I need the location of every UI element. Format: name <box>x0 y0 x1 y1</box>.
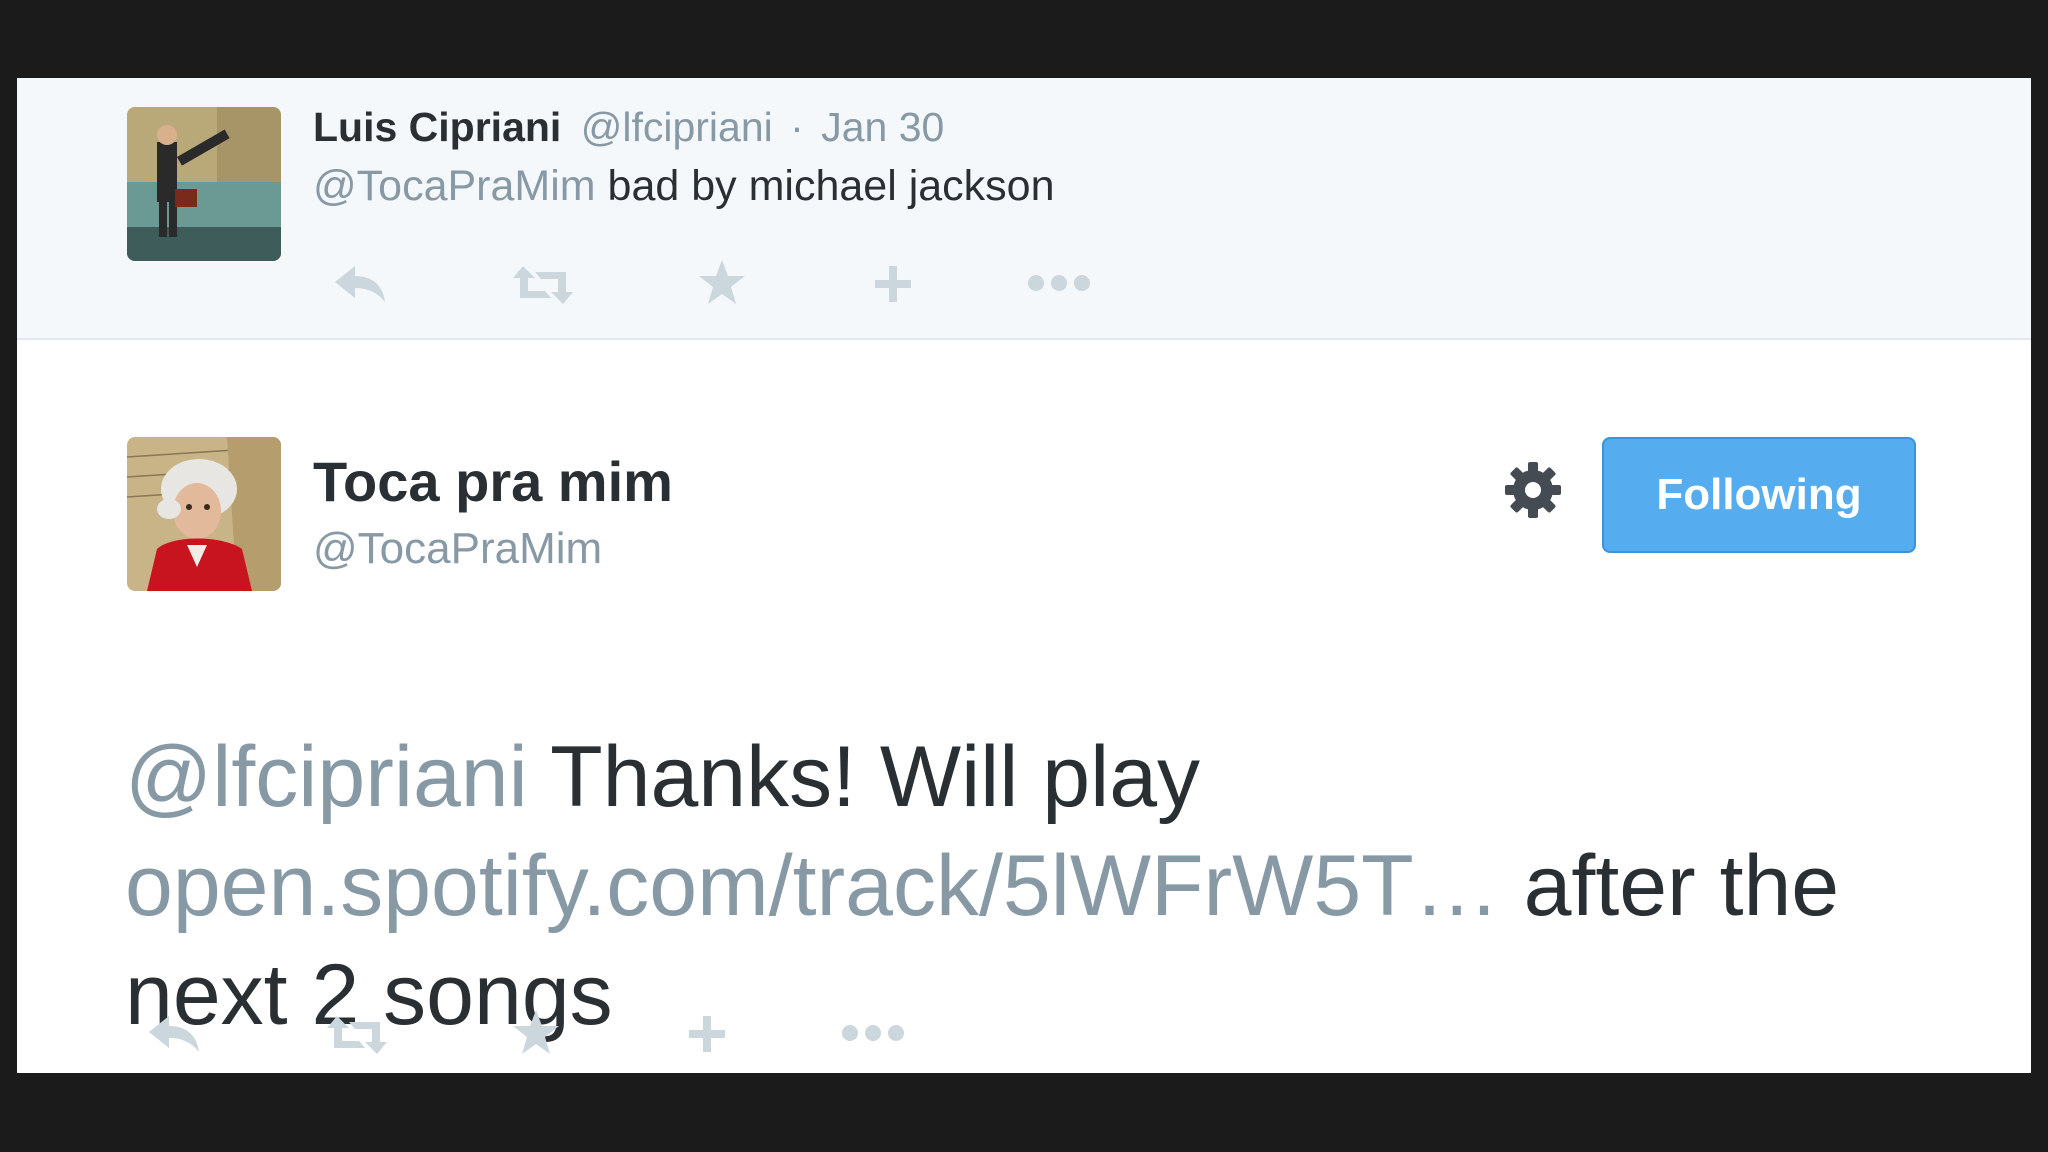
tweet-panel: Luis Cipriani @lfcipriani · Jan 30 @Toca… <box>17 78 2031 1073</box>
main-author-avatar[interactable] <box>127 437 281 591</box>
main-author-name[interactable]: Toca pra mim <box>313 448 673 516</box>
reply-icon[interactable] <box>333 262 387 304</box>
reply-tweet[interactable]: Luis Cipriani @lfcipriani · Jan 30 @Toca… <box>17 78 2031 340</box>
reply-author-avatar[interactable] <box>127 107 281 261</box>
reply-icon[interactable] <box>147 1012 201 1054</box>
gear-icon[interactable] <box>1501 458 1565 522</box>
main-text-part1: Thanks! Will play <box>527 729 1201 825</box>
reply-date[interactable]: Jan 30 <box>821 104 944 150</box>
reply-tweet-text: @TocaPraMim bad by michael jackson <box>313 160 1055 212</box>
following-button[interactable]: Following <box>1602 437 1916 553</box>
reply-author-handle[interactable]: @lfcipriani <box>581 104 773 150</box>
main-mention-link[interactable]: @lfcipriani <box>125 729 528 825</box>
separator-dot: · <box>790 104 804 150</box>
add-icon[interactable] <box>687 1014 727 1054</box>
favorite-star-icon[interactable] <box>697 258 747 306</box>
reply-text-body: bad by michael jackson <box>595 162 1055 210</box>
reply-mention-link[interactable]: @TocaPraMim <box>313 162 596 210</box>
retweet-icon[interactable] <box>511 264 575 306</box>
spotify-link[interactable]: open.spotify.com/track/5lWFrW5T… <box>125 838 1500 934</box>
favorite-star-icon[interactable] <box>511 1008 561 1056</box>
more-dots-icon[interactable] <box>841 1024 905 1042</box>
more-dots-icon[interactable] <box>1027 274 1091 292</box>
reply-actions <box>313 248 1113 318</box>
main-author-handle[interactable]: @TocaPraMim <box>313 522 602 576</box>
retweet-icon[interactable] <box>325 1014 389 1056</box>
reply-header: Luis Cipriani @lfcipriani · Jan 30 <box>313 102 944 152</box>
reply-author-name[interactable]: Luis Cipriani <box>313 104 561 150</box>
main-actions <box>127 998 927 1068</box>
add-icon[interactable] <box>873 264 913 304</box>
